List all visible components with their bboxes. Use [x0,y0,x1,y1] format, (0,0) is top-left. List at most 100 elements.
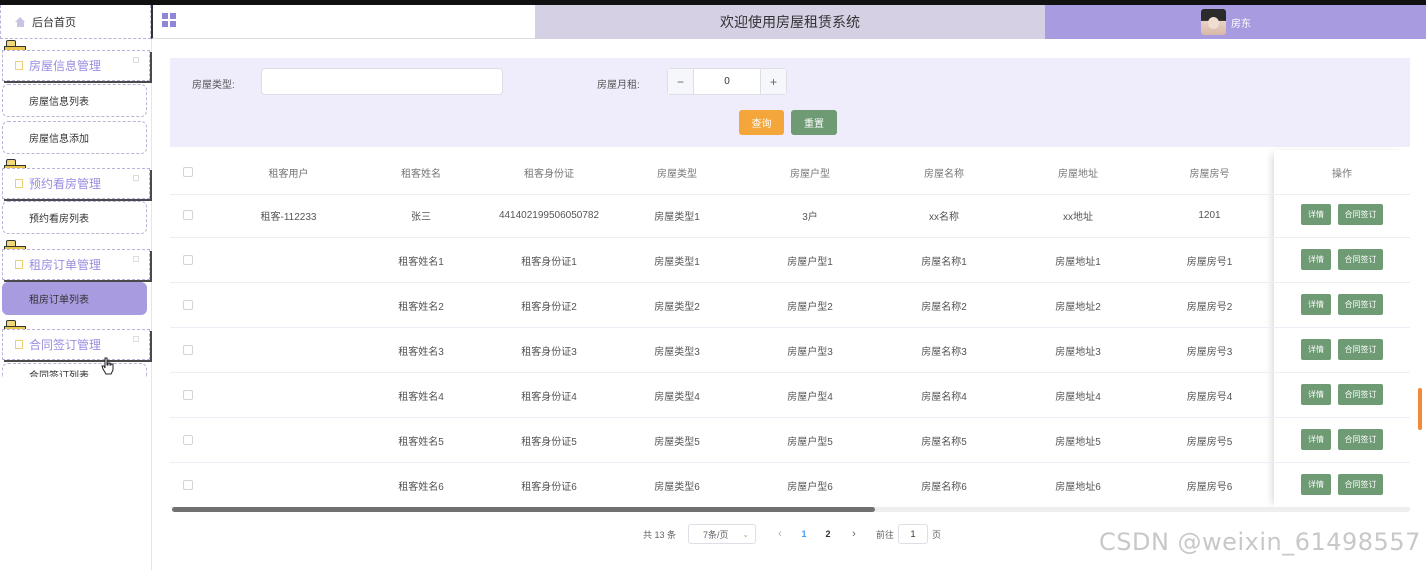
hand-cursor-icon [101,357,114,375]
table-cell: 1201 [1198,209,1221,221]
table-row: 租客姓名1 租客身份证1 房屋类型1 房屋户型1 房屋名称1 房屋地址1 房屋房号1 详情 合同… [170,238,1410,283]
folder-icon [15,340,23,349]
column-header: 房屋类型 [657,168,697,180]
decrement-button[interactable]: − [668,69,694,94]
contract-sign-button[interactable]: 合同签订 [1338,474,1383,495]
contract-sign-button[interactable]: 合同签订 [1338,429,1383,450]
table-cell [222,283,355,327]
table-cell: 房屋类型6 [654,481,700,493]
table-cell: 房屋类型2 [654,301,700,313]
table-row: 租客姓名5 租客身份证5 房屋类型5 房屋户型5 房屋名称5 房屋地址5 房屋房号5 详情 合同… [170,418,1410,463]
table-cell: 房屋地址1 [1055,256,1101,268]
row-checkbox[interactable] [183,435,193,445]
contract-sign-button[interactable]: 合同签订 [1338,339,1383,360]
row-checkbox-cell [170,328,206,372]
table-cell: 房屋房号1 [1186,256,1233,268]
page-1[interactable]: 1 [798,529,810,539]
sidebar-item-viewing-list[interactable]: 预约看房列表 [2,201,147,234]
horizontal-scrollbar[interactable] [172,507,875,512]
goto-page-input[interactable]: 1 [898,524,929,544]
table-row: 租客姓名4 租客身份证4 房屋类型4 房屋户型4 房屋名称4 房屋地址4 房屋房号4 详情 合同… [170,373,1410,418]
watermark: CSDN @weixin_61498557 [1099,528,1421,556]
detail-button[interactable]: 详情 [1301,294,1331,315]
orders-table: 租客用户 租客姓名 租客身份证 房屋类型 房屋户型 房屋名称 房屋地址 房屋房号 操作 租客-11… [170,150,1410,510]
table-cell [222,238,355,282]
row-checkbox[interactable] [183,480,193,490]
table-cell [222,418,355,462]
chevron-down-icon: ⌄ [742,529,750,539]
detail-button[interactable]: 详情 [1301,339,1331,360]
page-2[interactable]: 2 [822,529,834,539]
table-cell [222,463,355,507]
detail-button[interactable]: 详情 [1301,249,1331,270]
home-icon [15,16,26,27]
row-checkbox[interactable] [183,210,193,220]
sidebar-group-orders[interactable]: 租房订单管理 [2,249,150,280]
row-checkbox[interactable] [183,390,193,400]
table-row: 租客姓名3 租客身份证3 房屋类型3 房屋户型3 房屋名称3 房屋地址3 房屋房号3 详情 合同… [170,328,1410,373]
sidebar-item-house-list[interactable]: 房屋信息列表 [2,84,147,117]
row-checkbox[interactable] [183,300,193,310]
next-page-button[interactable]: › [848,528,860,540]
folder-icon [15,179,23,188]
page-size-value: 7条/页 [703,529,729,540]
increment-button[interactable]: + [760,69,786,94]
table-cell: 房屋房号6 [1186,481,1233,493]
page-size-select[interactable]: 7条/页 ⌄ [688,524,757,544]
rent-value[interactable]: 0 [694,69,760,94]
sidebar-item-house-add[interactable]: 房屋信息添加 [2,121,147,154]
reset-button[interactable]: 重置 [791,110,837,135]
sidebar-group-label: 合同签订管理 [29,338,102,352]
table-header-row: 租客用户 租客姓名 租客身份证 房屋类型 房屋户型 房屋名称 房屋地址 房屋房号 操作 [170,150,1410,195]
sidebar-group-house-info[interactable]: 房屋信息管理 [2,50,150,81]
table-cell: 房屋地址3 [1055,346,1101,358]
table-cell: 房屋名称1 [921,256,967,268]
sidebar: 房屋信息管理 房屋信息列表 房屋信息添加 预约看房管理 预约看房列表 租房订单管… [0,39,152,570]
prev-page-button[interactable]: ‹ [774,528,786,540]
query-button[interactable]: 查询 [739,110,784,135]
detail-button[interactable]: 详情 [1301,204,1331,225]
sidebar-item-contract-list[interactable]: 合同签订列表 [2,363,147,377]
table-cell: 房屋类型1 [654,211,700,223]
select-all-checkbox[interactable] [183,167,193,177]
table-cell: 租客身份证3 [521,346,577,358]
contract-sign-button[interactable]: 合同签订 [1338,294,1383,315]
corner-mark-icon [133,57,139,63]
contract-sign-button[interactable]: 合同签订 [1338,204,1383,225]
corner-mark-icon [133,256,139,262]
column-header: 房屋名称 [924,168,964,180]
sidebar-group-label: 租房订单管理 [29,258,102,272]
row-checkbox[interactable] [183,255,193,265]
sidebar-group-label: 房屋信息管理 [29,59,102,73]
house-type-input[interactable] [261,68,503,95]
detail-button[interactable]: 详情 [1301,429,1331,450]
user-menu[interactable]: 房东 [1045,5,1426,39]
detail-button[interactable]: 详情 [1301,474,1331,495]
column-header: 租客身份证 [524,168,574,180]
rent-stepper: − 0 + [667,68,787,95]
sidebar-group-viewing[interactable]: 预约看房管理 [2,168,150,199]
row-checkbox-cell [170,238,206,282]
detail-button[interactable]: 详情 [1301,384,1331,405]
sidebar-group-contracts[interactable]: 合同签订管理 [2,329,150,360]
grid-menu-icon[interactable] [162,13,176,27]
vertical-scrollbar-thumb[interactable] [1418,388,1422,430]
column-header: 租客姓名 [401,168,441,180]
sidebar-item-order-list[interactable]: 租房订单列表 [2,282,147,315]
table-cell: 租客姓名2 [398,301,444,313]
row-checkbox[interactable] [183,345,193,355]
table-cell: 房屋户型3 [787,346,833,358]
home-link[interactable]: 后台首页 [0,5,151,39]
table-cell: 租客姓名6 [398,481,444,493]
table-cell: 房屋户型4 [787,391,833,403]
table-cell: 房屋地址6 [1055,481,1101,493]
corner-mark-icon [133,175,139,181]
table-cell: 房屋类型3 [654,346,700,358]
column-header: 房屋房号 [1189,168,1230,180]
column-header: 操作 [1332,168,1352,180]
contract-sign-button[interactable]: 合同签订 [1338,249,1383,270]
column-header: 房屋地址 [1058,168,1098,180]
contract-sign-button[interactable]: 合同签订 [1338,384,1383,405]
table-cell: 租客身份证5 [521,436,577,448]
table-cell: 租客身份证1 [521,256,577,268]
